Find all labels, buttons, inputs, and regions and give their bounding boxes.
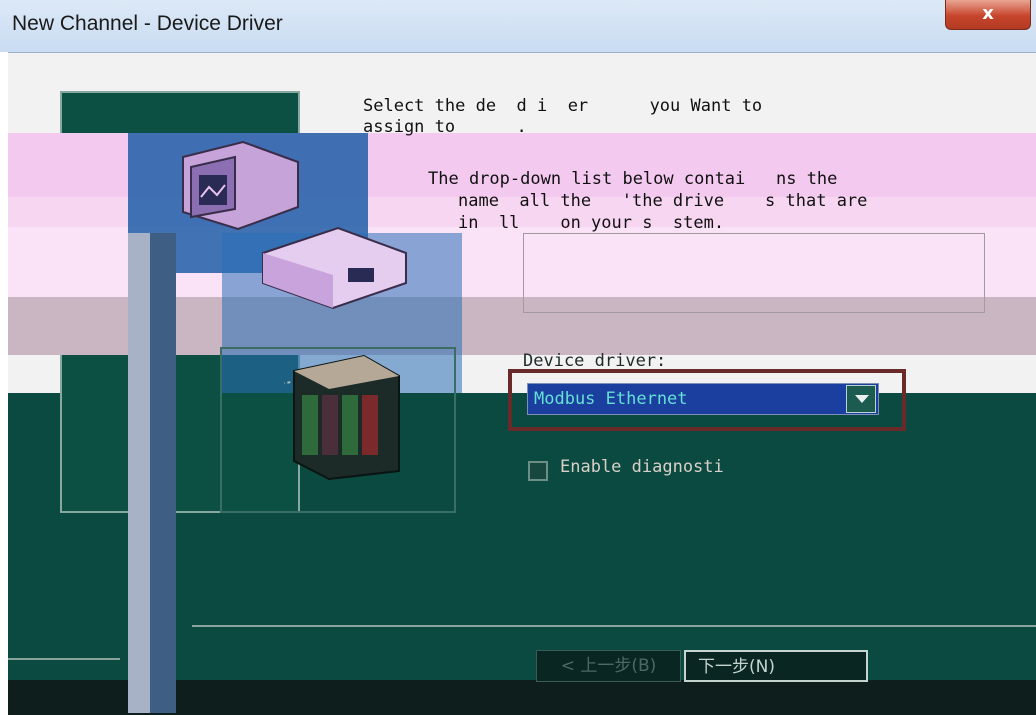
wizard-body: Select the de d i er you Want to assign … <box>8 52 1036 715</box>
back-button[interactable]: < 上一步(B) <box>536 650 681 682</box>
instruction-line: assign to . <box>363 117 548 137</box>
render-artifact <box>150 233 176 713</box>
divider <box>192 625 1036 627</box>
device-driver-value: Modbus Ethernet <box>534 389 688 409</box>
message-box <box>523 233 985 313</box>
dropdown-button[interactable] <box>846 385 876 413</box>
plc-device-icon <box>284 354 400 481</box>
computer-icon <box>262 226 407 309</box>
divider <box>8 658 120 660</box>
enable-diagnostics-checkbox[interactable] <box>528 461 548 481</box>
render-artifact <box>128 233 150 713</box>
device-driver-select[interactable]: Modbus Ethernet <box>527 383 879 415</box>
device-driver-label: Device driver: <box>523 351 667 371</box>
instruction-line: name all the 'the drive s that are <box>458 191 868 211</box>
computer-icon <box>182 140 299 231</box>
enable-diagnostics-label: Enable diagnosti <box>560 457 724 477</box>
close-icon: x <box>982 3 994 24</box>
instruction-line: in ll on your s stem. <box>458 213 725 233</box>
instruction-line: Select the de d i er you Want to <box>363 96 763 116</box>
next-button[interactable]: 下一步(N) <box>684 650 868 682</box>
instruction-line: The drop-down list below contai ns the <box>428 169 838 189</box>
title-bar: New Channel - Device Driver x <box>0 0 1036 52</box>
close-button[interactable]: x <box>945 0 1031 30</box>
chevron-down-icon <box>855 395 869 403</box>
window-title: New Channel - Device Driver <box>12 12 283 35</box>
